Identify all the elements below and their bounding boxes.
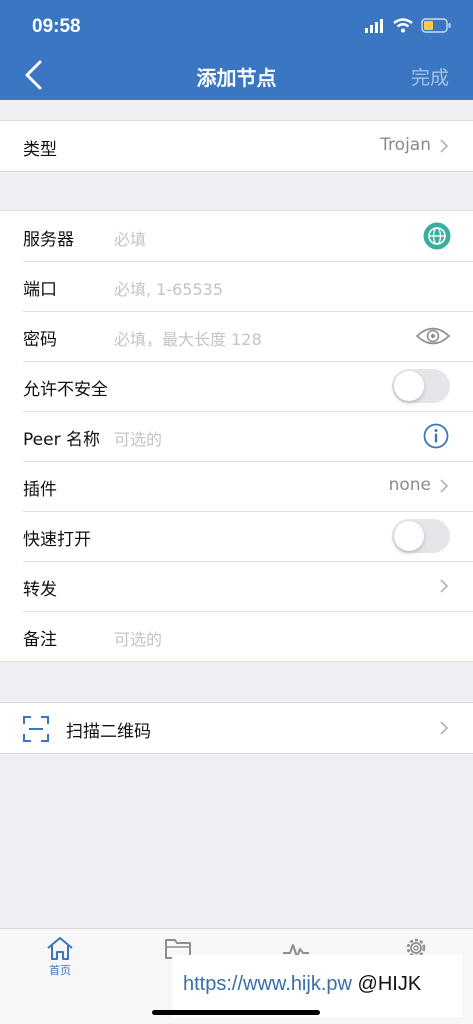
forward-row[interactable]: 转发 — [0, 561, 473, 611]
server-row[interactable]: 服务器 必填 — [0, 211, 473, 261]
done-button[interactable]: 完成 — [411, 63, 449, 90]
scan-qr-icon — [23, 716, 49, 742]
type-row[interactable]: 类型 Trojan — [0, 121, 473, 171]
peer-name-label: Peer 名称 — [23, 430, 100, 450]
remark-row[interactable]: 备注 可选的 — [0, 611, 473, 661]
page-title: 添加节点 — [196, 66, 277, 90]
password-row[interactable]: 密码 必填，最大长度 128 — [0, 311, 473, 361]
port-row[interactable]: 端口 必填, 1-65535 — [0, 261, 473, 311]
tab-home[interactable]: 首页 — [30, 935, 90, 978]
chevron-right-icon — [440, 579, 449, 593]
scan-qr-label: 扫描二维码 — [66, 722, 151, 742]
signal-icon — [365, 18, 383, 33]
allow-insecure-label: 允许不安全 — [23, 380, 108, 400]
server-settings-group: 服务器 必填 端口 必填, 1-65535 密码 必填，最大长度 128 允许不… — [0, 210, 473, 662]
peer-name-row[interactable]: Peer 名称 可选的 — [0, 411, 473, 461]
home-indicator — [152, 1010, 320, 1015]
status-time: 09:58 — [32, 16, 81, 37]
toggle-knob — [394, 521, 424, 551]
eye-icon[interactable] — [415, 323, 451, 349]
fast-open-toggle[interactable] — [392, 519, 450, 553]
chevron-right-icon — [440, 139, 449, 153]
plugin-label: 插件 — [23, 480, 57, 500]
plugin-value: none — [388, 475, 431, 495]
chevron-right-icon — [440, 479, 449, 493]
server-input[interactable]: 必填 — [114, 226, 146, 250]
watermark: https://www.hijk.pw @HIJK — [172, 955, 462, 1017]
peer-name-input[interactable]: 可选的 — [114, 426, 162, 450]
allow-insecure-row: 允许不安全 — [0, 361, 473, 411]
toggle-knob — [394, 371, 424, 401]
navigation-bar: 添加节点 完成 — [0, 50, 473, 100]
tab-home-label: 首页 — [49, 964, 71, 977]
type-label: 类型 — [23, 140, 57, 160]
plugin-row[interactable]: 插件 none — [0, 461, 473, 511]
forward-label: 转发 — [23, 580, 57, 600]
status-bar: 09:58 — [0, 0, 473, 50]
port-label: 端口 — [23, 280, 57, 300]
server-label: 服务器 — [23, 230, 74, 250]
type-group: 类型 Trojan — [0, 120, 473, 172]
remark-label: 备注 — [23, 630, 57, 650]
fast-open-label: 快速打开 — [23, 530, 91, 550]
scan-qr-row[interactable]: 扫描二维码 — [0, 703, 473, 753]
globe-icon[interactable] — [423, 222, 451, 250]
type-value: Trojan — [380, 135, 431, 155]
remark-input[interactable]: 可选的 — [114, 626, 162, 650]
wifi-icon — [393, 18, 413, 33]
password-input[interactable]: 必填，最大长度 128 — [114, 326, 262, 350]
status-icons — [365, 18, 451, 33]
scan-group: 扫描二维码 — [0, 702, 473, 754]
home-icon — [47, 937, 73, 960]
allow-insecure-toggle[interactable] — [392, 369, 450, 403]
password-label: 密码 — [23, 330, 57, 350]
watermark-url: https://www.hijk.pw — [183, 973, 352, 995]
info-icon[interactable] — [423, 423, 449, 449]
chevron-right-icon — [440, 721, 449, 735]
fast-open-row: 快速打开 — [0, 511, 473, 561]
watermark-handle: @HIJK — [357, 973, 422, 995]
battery-icon — [421, 18, 451, 33]
port-input[interactable]: 必填, 1-65535 — [114, 276, 223, 300]
